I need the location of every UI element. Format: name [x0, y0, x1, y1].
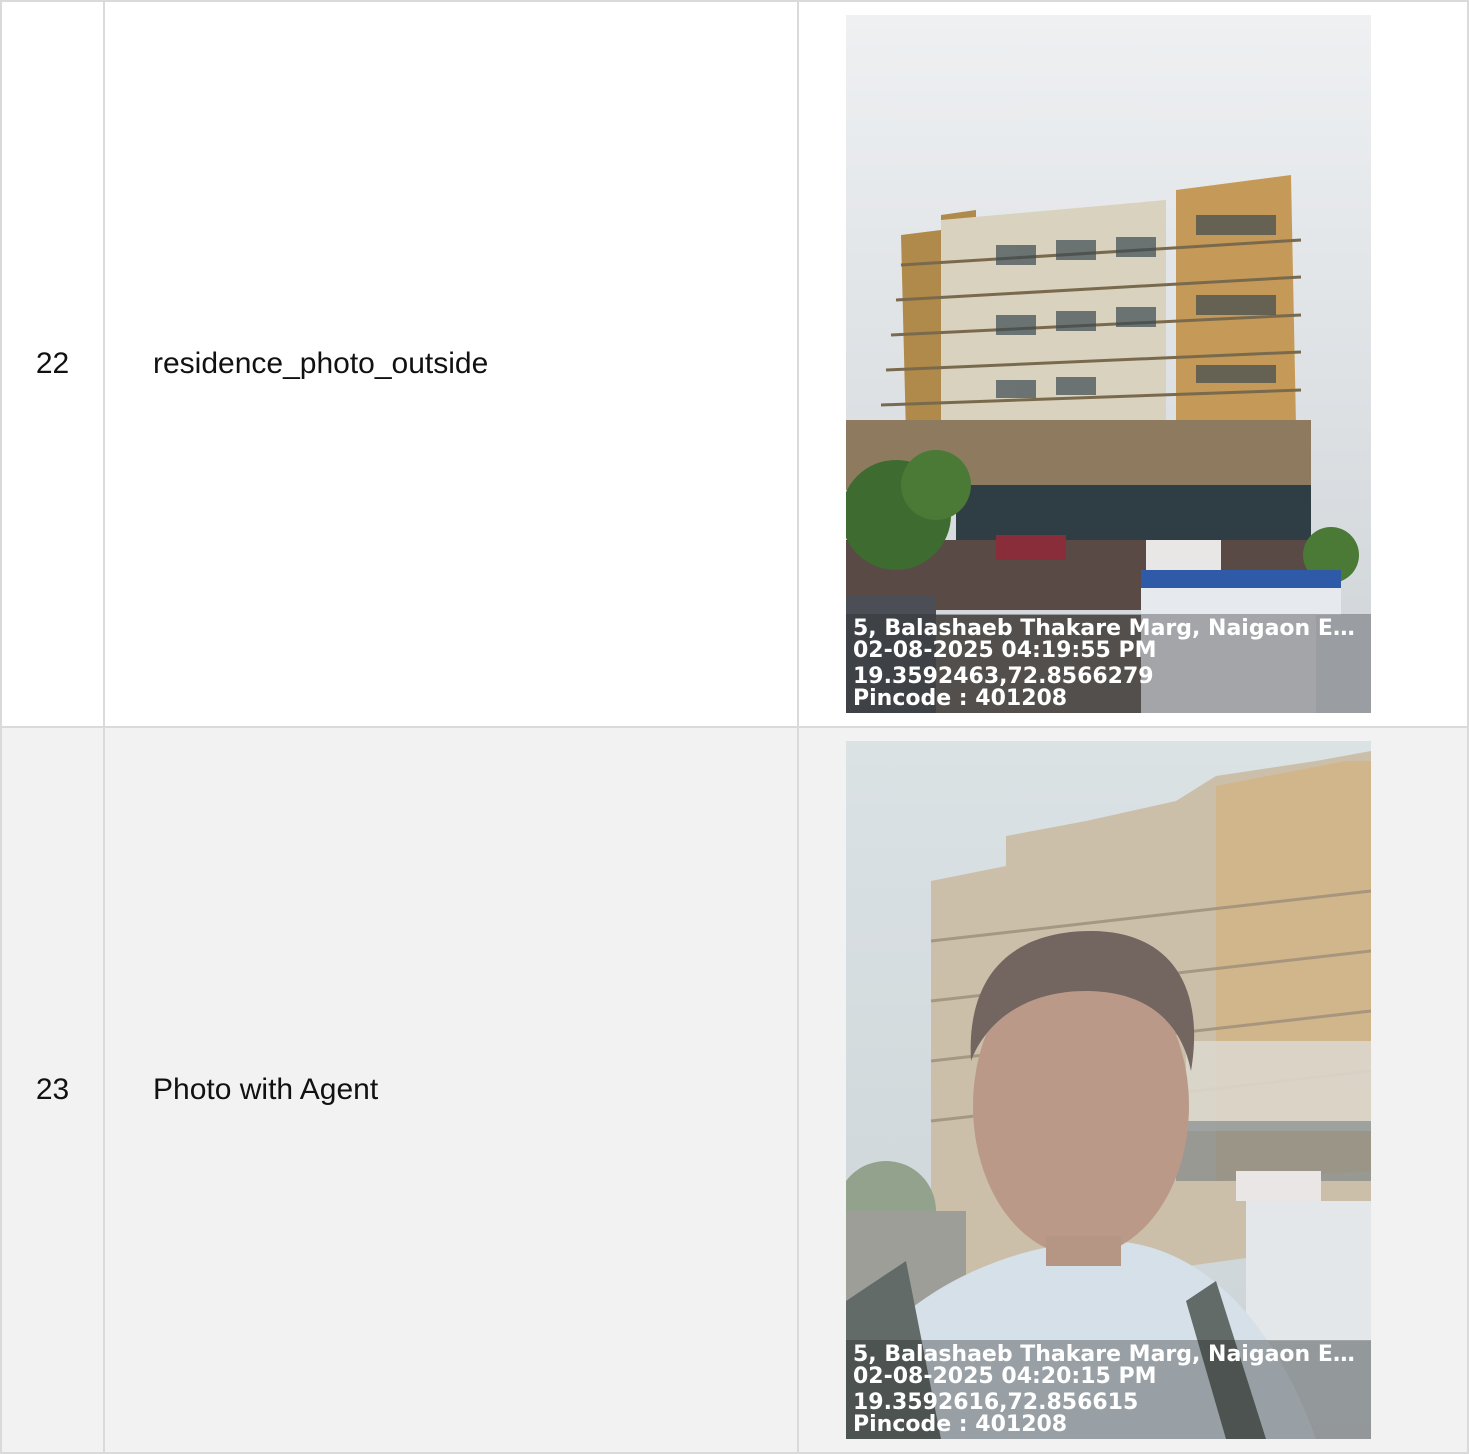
geotag-address: 5, Balashaeb Thakare Marg, Naigaon East,…	[853, 618, 1365, 640]
geotag-coordinates: 19.3592463,72.8566279	[853, 666, 1154, 688]
agent-photo[interactable]: 5, Balashaeb Thakare Marg, Naigaon East,…	[846, 741, 1371, 1439]
geotag-datetime: 02-08-2025 04:19:55 PM	[853, 640, 1157, 662]
field-name: residence_photo_outside	[103, 0, 799, 728]
geotag-address: 5, Balashaeb Thakare Marg, Naigaon East,…	[853, 1344, 1365, 1366]
photo-cell: 5, Balashaeb Thakare Marg, Naigaon East,…	[797, 0, 1469, 728]
serial-number: 23	[0, 726, 105, 1454]
document-table: 22 residence_photo_outside 5, Balashaeb …	[0, 0, 1469, 1454]
geotag-coordinates: 19.3592616,72.856615	[853, 1392, 1139, 1414]
photo-geotag-stamp: 5, Balashaeb Thakare Marg, Naigaon East,…	[846, 1340, 1371, 1439]
serial-number: 22	[0, 0, 105, 728]
table-row: 22 residence_photo_outside 5, Balashaeb …	[0, 0, 1469, 728]
table-row: 23 Photo with Agent 5, Balashaeb Thakare…	[0, 726, 1469, 1454]
photo-geotag-stamp: 5, Balashaeb Thakare Marg, Naigaon East,…	[846, 614, 1371, 713]
geotag-pincode: Pincode : 401208	[853, 688, 1068, 710]
field-name: Photo with Agent	[103, 726, 799, 1454]
building-photo-image	[846, 15, 1371, 713]
residence-photo[interactable]: 5, Balashaeb Thakare Marg, Naigaon East,…	[846, 15, 1371, 713]
selfie-photo-image	[846, 741, 1371, 1439]
photo-cell: 5, Balashaeb Thakare Marg, Naigaon East,…	[797, 726, 1469, 1454]
geotag-pincode: Pincode : 401208	[853, 1414, 1068, 1436]
geotag-datetime: 02-08-2025 04:20:15 PM	[853, 1366, 1157, 1388]
